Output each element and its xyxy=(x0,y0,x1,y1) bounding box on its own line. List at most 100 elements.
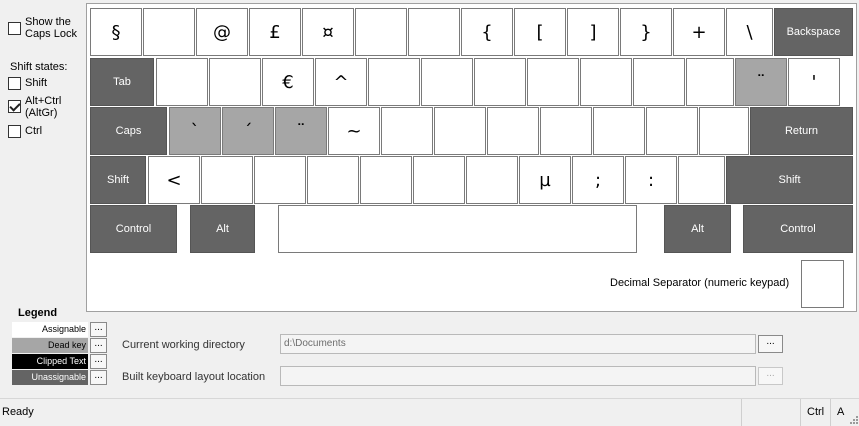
key-r2-3[interactable]: ^ xyxy=(315,58,367,106)
key-r4-7[interactable]: µ xyxy=(519,156,571,204)
key-r2-10[interactable] xyxy=(686,58,734,106)
legend-clipped-text-swatch: Clipped Text xyxy=(12,354,88,369)
key-r4-0[interactable]: < xyxy=(148,156,200,204)
resize-grip-icon[interactable] xyxy=(848,414,858,424)
key-r2-7[interactable] xyxy=(527,58,579,106)
show-caps-lock-line2: Caps Lock xyxy=(25,28,77,40)
key-r4-1[interactable] xyxy=(201,156,253,204)
shift-state-panel: Show the Caps Lock Shift states: Shift A… xyxy=(0,0,86,310)
key-shift-right[interactable]: Shift xyxy=(726,156,853,204)
key-r1-2[interactable]: @ xyxy=(196,8,248,56)
legend-assignable-swatch: Assignable xyxy=(12,322,88,337)
decimal-separator-label: Decimal Separator (numeric keypad) xyxy=(610,277,790,289)
key-r3-8[interactable] xyxy=(593,107,645,155)
key-r3-5[interactable] xyxy=(434,107,486,155)
shift-label: Shift xyxy=(25,77,48,89)
status-text: Ready xyxy=(2,406,34,418)
key-shift-left[interactable]: Shift xyxy=(90,156,146,204)
key-control-right[interactable]: Control xyxy=(743,205,853,253)
key-r4-6[interactable] xyxy=(466,156,518,204)
key-r2-11-dead[interactable]: ¨ xyxy=(735,58,787,106)
show-caps-lock-box[interactable] xyxy=(8,22,21,35)
key-r1-10[interactable]: } xyxy=(620,8,672,56)
ctrl-label: Ctrl xyxy=(25,125,43,137)
build-location-field[interactable] xyxy=(280,366,756,386)
show-caps-lock-label: Show the Caps Lock xyxy=(25,16,77,40)
key-r3-4[interactable] xyxy=(381,107,433,155)
key-r1-6[interactable] xyxy=(408,8,460,56)
key-r1-8[interactable]: [ xyxy=(514,8,566,56)
ctrl-checkbox[interactable]: Ctrl xyxy=(8,125,42,138)
build-location-label: Built keyboard layout location xyxy=(122,371,266,383)
status-bar: Ready Ctrl A xyxy=(0,398,859,426)
key-r2-5[interactable] xyxy=(421,58,473,106)
key-r3-3[interactable]: ~ xyxy=(328,107,380,155)
key-r4-4[interactable] xyxy=(360,156,412,204)
key-caps[interactable]: Caps xyxy=(90,107,167,155)
legend-row-unassignable: Unassignable ... xyxy=(12,370,108,385)
key-r4-9[interactable]: : xyxy=(625,156,677,204)
altgr-box[interactable] xyxy=(8,100,21,113)
legend-assignable-button[interactable]: ... xyxy=(90,322,107,337)
key-r1-4[interactable]: ¤ xyxy=(302,8,354,56)
key-r2-0[interactable] xyxy=(156,58,208,106)
legend-dead-key-button[interactable]: ... xyxy=(90,338,107,353)
key-r2-12[interactable]: ' xyxy=(788,58,840,106)
key-r1-0[interactable]: § xyxy=(90,8,142,56)
legend-row-clipped-text: Clipped Text ... xyxy=(12,354,108,369)
altgr-label: Alt+Ctrl (AltGr) xyxy=(25,95,61,119)
legend-unassignable-swatch: Unassignable xyxy=(12,370,88,385)
key-r1-7[interactable]: { xyxy=(461,8,513,56)
legend-row-dead-key: Dead key ... xyxy=(12,338,108,353)
key-r3-2-dead[interactable]: ¨ xyxy=(275,107,327,155)
key-r4-8[interactable]: ; xyxy=(572,156,624,204)
cwd-label: Current working directory xyxy=(122,339,245,351)
cwd-browse-button[interactable]: ... xyxy=(758,335,783,353)
key-r2-2[interactable]: € xyxy=(262,58,314,106)
key-alt-right[interactable]: Alt xyxy=(664,205,731,253)
altgr-line1: Alt+Ctrl xyxy=(25,95,62,107)
altgr-checkbox[interactable]: Alt+Ctrl (AltGr) xyxy=(8,95,61,119)
shift-checkbox[interactable]: Shift xyxy=(8,77,47,90)
key-r1-1[interactable] xyxy=(143,8,195,56)
key-r2-4[interactable] xyxy=(368,58,420,106)
key-r3-6[interactable] xyxy=(487,107,539,155)
key-alt-left[interactable]: Alt xyxy=(190,205,255,253)
key-r1-3[interactable]: £ xyxy=(249,8,301,56)
cwd-field[interactable]: d:\Documents xyxy=(280,334,756,354)
legend-unassignable-button[interactable]: ... xyxy=(90,370,107,385)
key-r2-6[interactable] xyxy=(474,58,526,106)
key-tab[interactable]: Tab xyxy=(90,58,154,106)
key-r2-9[interactable] xyxy=(633,58,685,106)
key-r4-10[interactable] xyxy=(678,156,725,204)
status-ctrl: Ctrl xyxy=(800,399,830,426)
key-r2-1[interactable] xyxy=(209,58,261,106)
key-r4-2[interactable] xyxy=(254,156,306,204)
keyboard-layout: § @ £ ¤ { [ ] } + \ Backspace Tab € ^ ¨ … xyxy=(86,3,857,312)
key-r4-3[interactable] xyxy=(307,156,359,204)
key-decimal-separator[interactable] xyxy=(801,260,844,308)
show-caps-lock-line1: Show the xyxy=(25,16,71,28)
key-r1-11[interactable]: + xyxy=(673,8,725,56)
key-r1-5[interactable] xyxy=(355,8,407,56)
build-location-browse-button[interactable]: ... xyxy=(758,367,783,385)
key-space[interactable] xyxy=(278,205,637,253)
key-r1-9[interactable]: ] xyxy=(567,8,619,56)
key-control-left[interactable]: Control xyxy=(90,205,177,253)
key-r2-8[interactable] xyxy=(580,58,632,106)
key-r3-9[interactable] xyxy=(646,107,698,155)
ctrl-box[interactable] xyxy=(8,125,21,138)
key-r1-12[interactable]: \ xyxy=(726,8,773,56)
key-r3-7[interactable] xyxy=(540,107,592,155)
altgr-line2: (AltGr) xyxy=(25,107,58,119)
shift-box[interactable] xyxy=(8,77,21,90)
key-r3-0-dead[interactable]: ` xyxy=(169,107,221,155)
legend-dead-key-swatch: Dead key xyxy=(12,338,88,353)
key-backspace[interactable]: Backspace xyxy=(774,8,853,56)
key-r3-1-dead[interactable]: ´ xyxy=(222,107,274,155)
show-caps-lock-checkbox[interactable]: Show the Caps Lock xyxy=(8,16,77,40)
key-r4-5[interactable] xyxy=(413,156,465,204)
key-r3-10[interactable] xyxy=(699,107,749,155)
key-return[interactable]: Return xyxy=(750,107,853,155)
legend-clipped-text-button[interactable]: ... xyxy=(90,354,107,369)
